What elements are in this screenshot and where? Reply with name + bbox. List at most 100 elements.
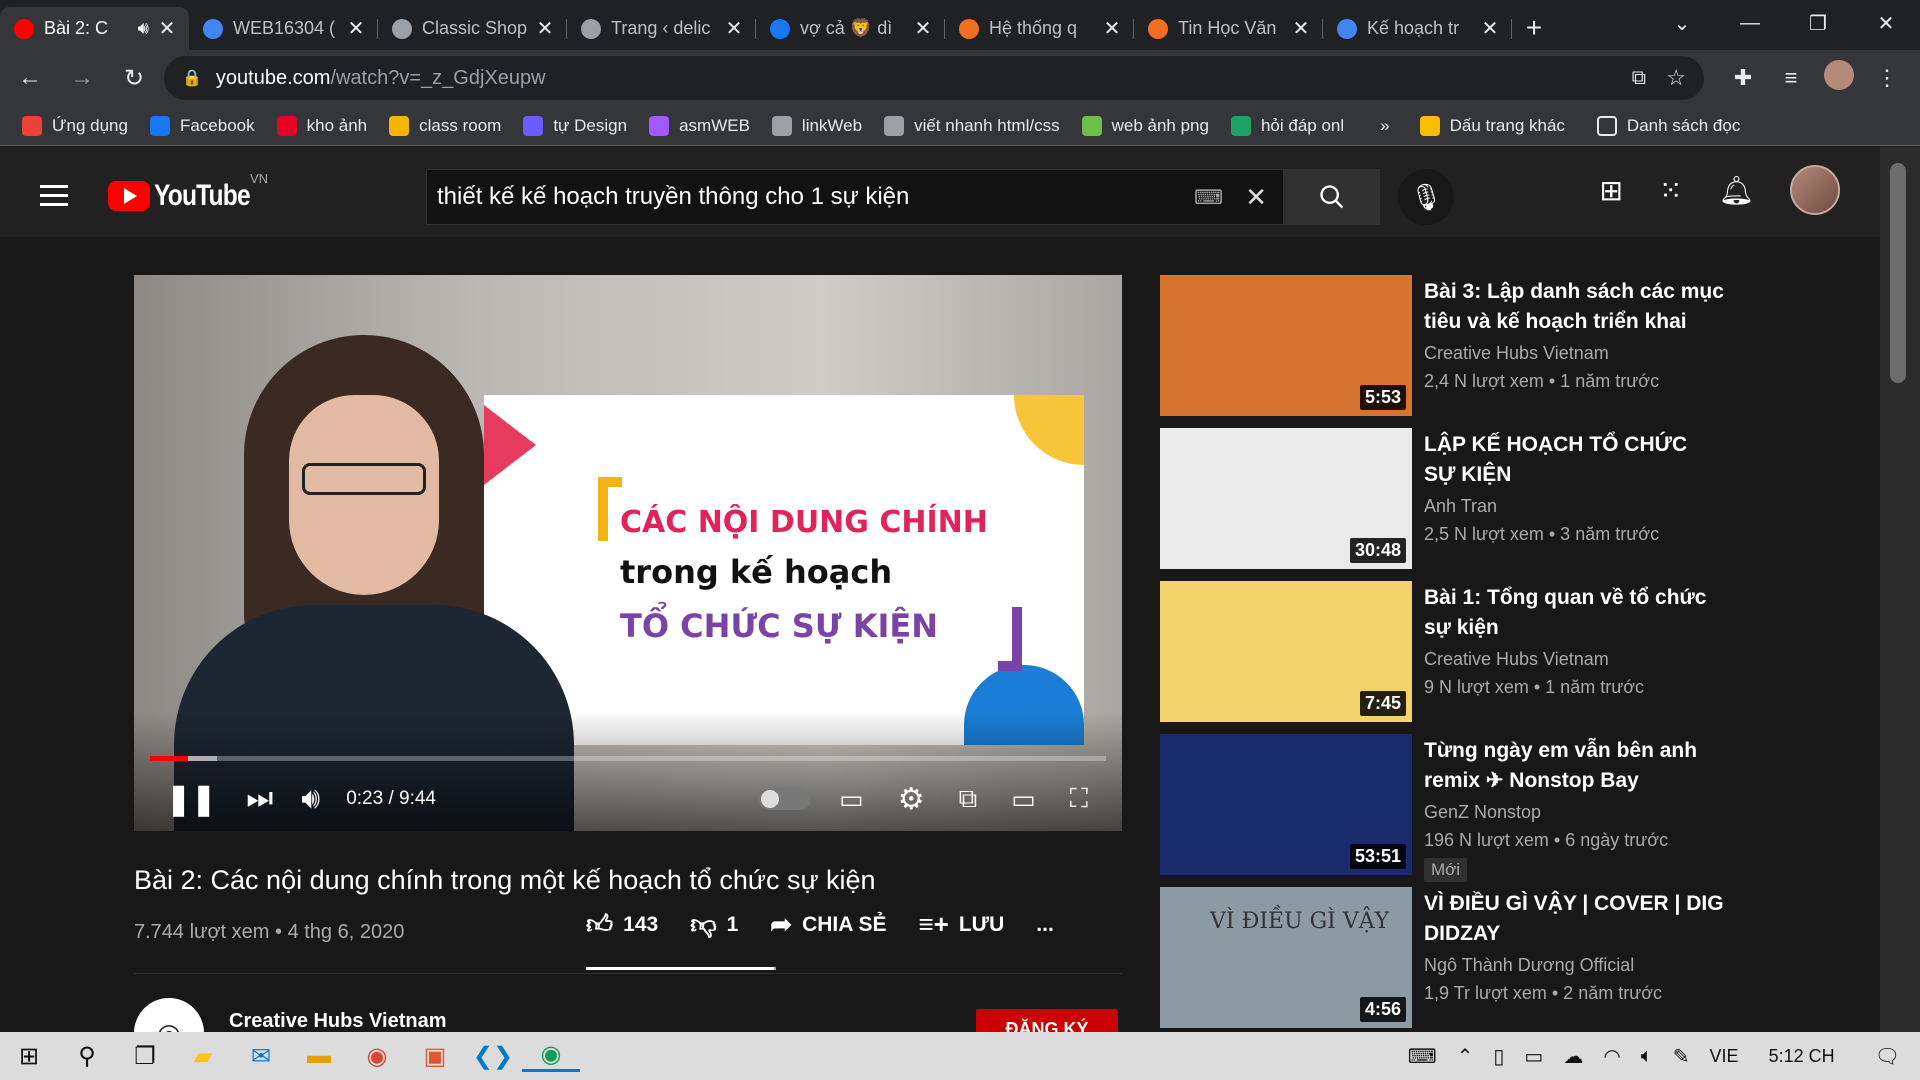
settings-gear-icon[interactable]: ⚙: [898, 782, 925, 817]
share-button[interactable]: ➦ CHIA SẺ: [770, 909, 886, 940]
page-scrollbar[interactable]: [1880, 147, 1920, 1032]
profile-avatar[interactable]: [1822, 60, 1856, 96]
related-video-channel[interactable]: Creative Hubs Vietnam: [1424, 649, 1609, 670]
extensions-icon[interactable]: ✚: [1726, 65, 1760, 91]
close-tab-icon[interactable]: ✕: [1291, 16, 1311, 41]
related-video-channel[interactable]: GenZ Nonstop: [1424, 802, 1541, 823]
related-video-channel[interactable]: Ngô Thành Dương Official: [1424, 955, 1634, 976]
sticky-notes-icon[interactable]: ▰: [174, 1042, 232, 1071]
apps-grid-icon[interactable]: ⁙: [1659, 174, 1682, 207]
related-video-title[interactable]: Từng ngày em vẫn bên anh remix ✈ Nonstop…: [1424, 736, 1724, 796]
tab-search-icon[interactable]: ⌄: [1648, 11, 1716, 36]
bookmarks-overflow[interactable]: »: [1380, 116, 1389, 136]
miniplayer-icon[interactable]: ⧉: [959, 783, 978, 815]
hamburger-menu-icon[interactable]: [40, 185, 68, 212]
related-video-channel[interactable]: Anh Tran: [1424, 496, 1497, 517]
forward-icon[interactable]: →: [60, 64, 104, 92]
related-video-title[interactable]: LẬP KẾ HOẠCH TỔ CHỨC SỰ KIỆN: [1424, 430, 1724, 490]
pause-icon[interactable]: ❚❚: [166, 782, 216, 817]
bookmark-item[interactable]: class room: [389, 115, 501, 136]
account-avatar[interactable]: [1790, 165, 1840, 215]
volume-icon[interactable]: 🔊︎: [301, 782, 320, 816]
related-video-card[interactable]: 53:51 Từng ngày em vẫn bên anh remix ✈ No…: [1160, 734, 1720, 887]
notification-icon[interactable]: 🗨: [1875, 1044, 1900, 1069]
media-control-icon[interactable]: ≡: [1774, 65, 1808, 91]
task-view-icon[interactable]: ❐: [116, 1042, 174, 1071]
chrome-active-icon[interactable]: ◉: [522, 1040, 580, 1072]
open-in-app-icon[interactable]: ⧉: [1632, 67, 1646, 90]
bookmark-item[interactable]: viết nhanh html/css: [884, 115, 1060, 136]
address-bar[interactable]: 🔒 youtube.com/watch?v=_z_GdjXeupw ⧉ ☆: [164, 56, 1704, 100]
file-explorer-icon[interactable]: ▬: [290, 1042, 348, 1070]
bookmark-item[interactable]: tự Design: [523, 115, 627, 136]
related-video-title[interactable]: Bài 1: Tổng quan về tổ chức sự kiện: [1424, 583, 1724, 643]
dislike-button[interactable]: 👎︎ 1: [690, 909, 738, 940]
clock[interactable]: 5:12 CH: [1769, 1046, 1835, 1067]
mail-icon[interactable]: ✉: [232, 1042, 290, 1071]
tab[interactable]: Tin Học Văn ✕: [1134, 7, 1323, 50]
menu-kebab-icon[interactable]: ⋮: [1870, 65, 1904, 91]
save-button[interactable]: ≡+ LƯU: [919, 909, 1005, 940]
bookmark-star-icon[interactable]: ☆: [1666, 65, 1686, 91]
back-icon[interactable]: ←: [8, 64, 52, 92]
theater-mode-icon[interactable]: ▭: [1011, 784, 1036, 815]
search-input[interactable]: thiết kế kế hoạch truyền thông cho 1 sự …: [426, 169, 1284, 225]
device-icon[interactable]: ▯: [1493, 1044, 1504, 1069]
video-player[interactable]: CÁC NỘI DUNG CHÍNH trong kế hoạch TỔ CHỨ…: [134, 275, 1122, 831]
related-video-card[interactable]: 5:53 Bài 3: Lập danh sách các mục tiêu và…: [1160, 275, 1724, 428]
video-thumbnail[interactable]: VÌ ĐIỀU GÌ VẬY 4:56: [1160, 887, 1412, 1028]
minimize-icon[interactable]: —: [1716, 12, 1784, 35]
bookmark-item[interactable]: asmWEB: [649, 115, 750, 136]
video-thumbnail[interactable]: 30:48: [1160, 428, 1412, 569]
reading-list[interactable]: Danh sách đọc: [1596, 115, 1740, 136]
other-bookmarks[interactable]: Dấu trang khác: [1419, 115, 1565, 136]
autoplay-toggle[interactable]: [759, 788, 812, 810]
related-video-title[interactable]: Bài 3: Lập danh sách các mục tiêu và kế …: [1424, 277, 1724, 337]
audio-icon[interactable]: 🔊︎: [138, 18, 149, 39]
related-video-card[interactable]: 30:48 LẬP KẾ HOẠCH TỔ CHỨC SỰ KIỆN Anh Tra…: [1160, 428, 1720, 581]
tab[interactable]: Kế hoạch tr ✕: [1323, 7, 1512, 50]
chevron-up-icon[interactable]: ⌃: [1457, 1044, 1474, 1069]
more-actions-button[interactable]: ...: [1036, 913, 1054, 937]
channel-avatar[interactable]: ◎: [134, 998, 204, 1032]
keyboard-icon[interactable]: ⌨: [1408, 1044, 1437, 1069]
search-icon[interactable]: ⚲: [58, 1042, 116, 1071]
scrollbar-thumb[interactable]: [1890, 163, 1906, 383]
create-video-icon[interactable]: ⊞: [1600, 174, 1623, 207]
wifi-icon[interactable]: ◠: [1603, 1044, 1620, 1069]
tab[interactable]: Trang ‹ delic ✕: [567, 7, 756, 50]
tab[interactable]: WEB16304 (✕: [189, 7, 378, 50]
keyboard-icon[interactable]: ⌨: [1194, 185, 1223, 210]
related-video-card[interactable]: 7:45 Bài 1: Tổng quan về tổ chức sự kiện C…: [1160, 581, 1720, 734]
close-tab-icon[interactable]: ✕: [346, 16, 366, 41]
reload-icon[interactable]: ↻: [112, 64, 156, 93]
close-tab-icon[interactable]: ✕: [157, 16, 177, 41]
channel-name[interactable]: Creative Hubs Vietnam: [229, 1010, 447, 1032]
bookmark-item[interactable]: hỏi đáp onl: [1230, 115, 1344, 136]
like-button[interactable]: 👍︎ 143: [586, 909, 658, 940]
video-thumbnail[interactable]: 7:45: [1160, 581, 1412, 722]
pen-icon[interactable]: ✎: [1673, 1044, 1690, 1069]
subtitles-icon[interactable]: ▭: [839, 784, 864, 815]
bookmark-item[interactable]: linkWeb: [771, 115, 862, 136]
related-video-title[interactable]: VÌ ĐIỀU GÌ VẬY | COVER | DIG DIDZAY (#NG…: [1424, 889, 1724, 949]
close-tab-icon[interactable]: ✕: [535, 16, 555, 41]
tab[interactable]: Bài 2: C 🔊︎ ✕: [0, 7, 189, 50]
volume-icon[interactable]: 🔈︎: [1641, 1045, 1653, 1068]
search-button[interactable]: [1284, 169, 1380, 225]
tab[interactable]: Classic Shop ✕: [378, 7, 567, 50]
video-thumbnail[interactable]: 5:53: [1160, 275, 1412, 416]
new-tab-icon[interactable]: +: [1512, 12, 1556, 44]
close-tab-icon[interactable]: ✕: [1480, 16, 1500, 41]
chrome-icon[interactable]: ◉: [348, 1042, 406, 1071]
cloud-icon[interactable]: ☁: [1563, 1044, 1583, 1069]
battery-icon[interactable]: ▭: [1524, 1044, 1543, 1069]
subscribe-button[interactable]: ĐĂNG KÝ: [976, 1009, 1118, 1032]
bookmark-item[interactable]: web ảnh png: [1081, 115, 1209, 136]
notifications-bell-icon[interactable]: 🔔︎: [1718, 174, 1754, 207]
bookmark-item[interactable]: Facebook: [149, 115, 255, 136]
related-video-card[interactable]: VÌ ĐIỀU GÌ VẬY 4:56 VÌ ĐIỀU GÌ VẬY | COVER…: [1160, 887, 1724, 1032]
clear-search-icon[interactable]: ✕: [1245, 182, 1267, 213]
bookmark-item[interactable]: Ứng dụng: [22, 115, 128, 136]
app-icon[interactable]: ▣: [406, 1042, 464, 1071]
